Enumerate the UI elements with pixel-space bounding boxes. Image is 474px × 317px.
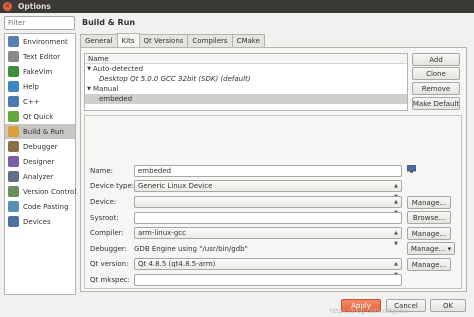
sidebar-item-label: C++ bbox=[23, 97, 40, 106]
kits-tree[interactable]: Name ▼ Auto-detected Desktop Qt 5.0.0 GC… bbox=[84, 53, 408, 111]
sidebar-item-label: Designer bbox=[23, 157, 55, 166]
name-label: Name: bbox=[90, 166, 114, 175]
tab-cmake[interactable]: CMake bbox=[231, 34, 265, 47]
device-icon[interactable] bbox=[407, 165, 416, 173]
sidebar-item-fakevim[interactable]: FakeVim bbox=[5, 64, 75, 79]
device-combo[interactable]: ▲▼ bbox=[134, 196, 402, 216]
tree-item-label: embeded bbox=[99, 95, 133, 103]
expand-arrow-icon[interactable]: ▼ bbox=[85, 66, 93, 72]
device-type-value: Generic Linux Device bbox=[138, 182, 213, 190]
code-pasting-icon bbox=[8, 201, 19, 212]
page-title: Build & Run bbox=[82, 18, 136, 27]
sidebar-item-debugger[interactable]: Debugger bbox=[5, 139, 75, 154]
sidebar-item-code-pasting[interactable]: Code Pasting bbox=[5, 199, 75, 214]
tab-bar: General Kits Qt Versions Compilers CMake bbox=[80, 33, 265, 47]
qt-quick-icon bbox=[8, 111, 19, 122]
combo-arrow-icon: ▲▼ bbox=[394, 230, 398, 247]
sidebar-item-label: FakeVim bbox=[23, 67, 53, 76]
sidebar-item-qt-quick[interactable]: Qt Quick bbox=[5, 109, 75, 124]
manage-qt-version-button[interactable]: Manage... bbox=[407, 258, 451, 271]
qt-version-label: Qt version: bbox=[90, 259, 129, 268]
tab-general[interactable]: General bbox=[80, 34, 118, 47]
sysroot-field[interactable] bbox=[134, 212, 402, 224]
tree-group-manual[interactable]: ▼ Manual bbox=[85, 84, 407, 94]
tree-item-embeded-kit[interactable]: embeded bbox=[85, 94, 407, 104]
tree-group-auto-detected[interactable]: ▼ Auto-detected bbox=[85, 64, 407, 74]
compiler-label: Compiler: bbox=[90, 228, 124, 237]
tab-kits[interactable]: Kits bbox=[116, 33, 140, 47]
tree-group-label: Auto-detected bbox=[93, 65, 144, 73]
device-type-label: Device type: bbox=[90, 181, 135, 190]
help-icon bbox=[8, 81, 19, 92]
monitor-icon bbox=[8, 36, 19, 47]
manage-compiler-button[interactable]: Manage... bbox=[407, 227, 451, 240]
title-bar: ✕ Options bbox=[0, 0, 474, 13]
manage-debugger-button[interactable]: Manage... ▾ bbox=[407, 242, 455, 255]
tree-item-desktop-kit[interactable]: Desktop Qt 5.0.0 GCC 32bit (SDK) (defaul… bbox=[85, 74, 407, 84]
tree-header-name: Name bbox=[85, 54, 407, 64]
options-sidebar: Environment Text Editor FakeVim Help C++ Qt Q… bbox=[4, 33, 76, 295]
manage-device-button[interactable]: Manage... bbox=[407, 196, 451, 209]
cpp-icon bbox=[8, 96, 19, 107]
name-field[interactable]: embeded bbox=[134, 165, 402, 177]
sidebar-item-text-editor[interactable]: Text Editor bbox=[5, 49, 75, 64]
analyzer-icon bbox=[8, 171, 19, 182]
device-type-combo[interactable]: Generic Linux Device ▲▼ bbox=[134, 180, 402, 200]
sidebar-item-label: Version Control bbox=[23, 187, 77, 196]
sidebar-item-label: Help bbox=[23, 82, 39, 91]
qt-version-combo[interactable]: Qt 4.8.5 (qt4.8.5-arm) ▲▼ bbox=[134, 258, 402, 278]
remove-kit-button[interactable]: Remove bbox=[412, 82, 460, 95]
clone-kit-button[interactable]: Clone bbox=[412, 67, 460, 80]
tree-item-label: Desktop Qt 5.0.0 GCC 32bit (SDK) (defaul… bbox=[99, 75, 251, 83]
sidebar-item-label: Text Editor bbox=[23, 52, 61, 61]
fakevim-icon bbox=[8, 66, 19, 77]
sidebar-item-label: Qt Quick bbox=[23, 112, 54, 121]
sidebar-item-label: Environment bbox=[23, 37, 68, 46]
qt-mkspec-label: Qt mkspec: bbox=[90, 275, 130, 284]
sidebar-item-version-control[interactable]: Version Control bbox=[5, 184, 77, 199]
make-default-button[interactable]: Make Default bbox=[412, 97, 460, 110]
device-label: Device: bbox=[90, 197, 117, 206]
compiler-value: arm-linux-gcc bbox=[138, 229, 186, 237]
build-run-icon bbox=[8, 126, 19, 137]
devices-icon bbox=[8, 216, 19, 227]
sidebar-item-label: Devices bbox=[23, 217, 51, 226]
watermark-text: https://blog.csdn.net/jenie bbox=[330, 308, 409, 315]
qt-version-value: Qt 4.8.5 (qt4.8.5-arm) bbox=[138, 260, 216, 268]
sidebar-item-devices[interactable]: Devices bbox=[5, 214, 75, 229]
sidebar-item-label: Code Pasting bbox=[23, 202, 69, 211]
sidebar-item-label: Build & Run bbox=[23, 127, 64, 136]
sidebar-item-environment[interactable]: Environment bbox=[5, 34, 75, 49]
sidebar-item-build-run[interactable]: Build & Run bbox=[5, 124, 75, 139]
sysroot-label: Sysroot: bbox=[90, 213, 119, 222]
qt-mkspec-field[interactable] bbox=[134, 274, 402, 286]
ok-button[interactable]: OK bbox=[430, 299, 466, 312]
close-window-button[interactable]: ✕ bbox=[3, 2, 12, 11]
window-title: Options bbox=[18, 2, 51, 11]
debugger-icon bbox=[8, 141, 19, 152]
text-editor-icon bbox=[8, 51, 19, 62]
close-icon: ✕ bbox=[4, 3, 11, 10]
version-control-icon bbox=[8, 186, 19, 197]
debugger-value: GDB Engine using "/usr/bin/gdb" bbox=[134, 244, 248, 253]
sidebar-item-label: Debugger bbox=[23, 142, 58, 151]
sidebar-item-help[interactable]: Help bbox=[5, 79, 75, 94]
expand-arrow-icon[interactable]: ▼ bbox=[85, 86, 93, 92]
debugger-label: Debugger: bbox=[90, 244, 127, 253]
sidebar-item-c[interactable]: C++ bbox=[5, 94, 75, 109]
sidebar-item-designer[interactable]: Designer bbox=[5, 154, 75, 169]
add-kit-button[interactable]: Add bbox=[412, 53, 460, 66]
tab-qt-versions[interactable]: Qt Versions bbox=[138, 34, 189, 47]
browse-sysroot-button[interactable]: Browse... bbox=[407, 211, 451, 224]
filter-input[interactable] bbox=[4, 16, 75, 30]
sidebar-item-label: Analyzer bbox=[23, 172, 54, 181]
tree-group-label: Manual bbox=[93, 85, 119, 93]
designer-icon bbox=[8, 156, 19, 167]
compiler-combo[interactable]: arm-linux-gcc ▲ ▼ bbox=[134, 227, 402, 247]
tab-compilers[interactable]: Compilers bbox=[187, 34, 233, 47]
sidebar-item-analyzer[interactable]: Analyzer bbox=[5, 169, 75, 184]
